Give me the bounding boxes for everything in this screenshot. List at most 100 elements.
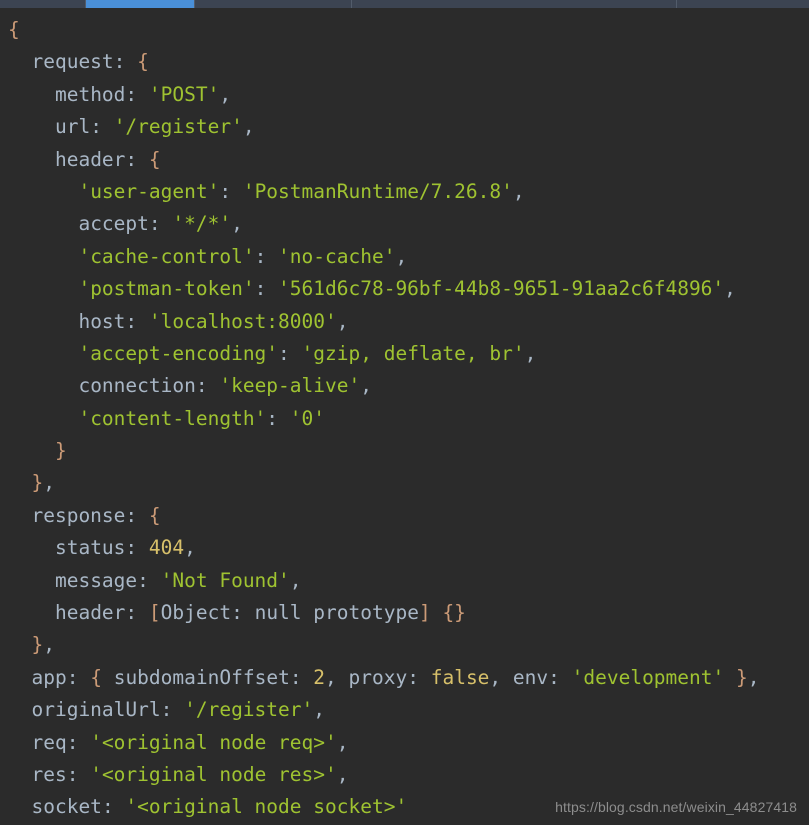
code-token-key: subdomainOffset [113, 665, 290, 689]
code-line: request: { [0, 46, 809, 78]
code-token-bool: false [430, 665, 490, 689]
code-token-op: , [43, 633, 55, 657]
code-token-op: : [125, 601, 149, 625]
tab-segment-mid[interactable] [195, 0, 352, 8]
code-line: 'accept-encoding': 'gzip, deflate, br', [0, 338, 809, 370]
code-token-key: proxy [348, 665, 408, 689]
code-token-str: '<original node res>' [90, 762, 337, 786]
code-token-str: '/register' [184, 698, 314, 722]
tab-segment-far[interactable] [677, 0, 809, 8]
code-token-num: 404 [148, 536, 185, 560]
code-token-key: header [54, 601, 126, 625]
code-token-key: status [54, 536, 126, 560]
code-token-pun: {} [442, 601, 466, 625]
code-token-op: , [313, 698, 325, 722]
code-line: host: 'localhost:8000', [0, 306, 809, 338]
code-token-str: 'localhost:8000' [148, 309, 337, 333]
code-token-op: : [148, 212, 173, 236]
code-line: accept: '*/*', [0, 208, 809, 240]
code-token-op: , [395, 244, 408, 268]
code-token-pun: { [8, 18, 20, 41]
code-token-op: : [137, 568, 161, 592]
code-line: }, [0, 629, 809, 661]
code-token-str: 'PostmanRuntime/7.26.8' [242, 179, 513, 203]
code-token-pun: { [148, 147, 161, 171]
code-token-str: '0' [289, 406, 326, 430]
editor-tab-bar[interactable] [0, 0, 809, 8]
code-token-op: , [524, 341, 537, 365]
code-token-op: : [101, 795, 126, 819]
code-token-str: '<original node socket>' [125, 795, 408, 819]
code-token-op: : [195, 374, 220, 398]
code-line: }, [0, 467, 809, 499]
code-token-op [724, 666, 736, 689]
code-token-op: : [125, 147, 149, 171]
code-token-str: 'development' [571, 665, 725, 689]
code-token-key: app [31, 665, 67, 689]
code-line: status: 404, [0, 532, 809, 564]
code-token-str: '/register' [113, 115, 243, 139]
code-token-key: url [54, 115, 91, 139]
code-token-op: : [125, 536, 149, 560]
code-token-op: , [336, 309, 349, 333]
code-token-str: 'keep-alive' [219, 374, 361, 398]
code-token-pun: } [31, 471, 44, 495]
code-token-op: , [43, 471, 55, 495]
code-token-op: , [336, 762, 349, 786]
code-token-key: method [54, 82, 126, 106]
code-token-str: 'gzip, deflate, br' [301, 341, 525, 365]
code-token-str: '561d6c78-96bf-44b8-9651-91aa2c6f4896' [278, 277, 725, 301]
code-token-key: request [31, 50, 114, 74]
code-token-str: 'content-length' [78, 406, 267, 430]
code-token-op: , [512, 179, 525, 203]
code-token-op: , [325, 665, 349, 689]
code-token-key: header [54, 147, 126, 171]
code-token-pun: } [31, 633, 44, 657]
code-token-op: : [160, 698, 185, 722]
code-token-str: 'no-cache' [278, 244, 396, 268]
code-output-panel[interactable]: { request: { method: 'POST', url: '/regi… [0, 8, 809, 825]
code-token-op: , [289, 568, 302, 592]
code-token-op: : [254, 277, 279, 301]
code-token-key: accept [78, 212, 149, 236]
code-token-op: : [254, 244, 279, 268]
code-token-num: 2 [313, 665, 326, 689]
code-token-pun: { [90, 665, 102, 689]
code-line: 'user-agent': 'PostmanRuntime/7.26.8', [0, 176, 809, 208]
tab-segment-active[interactable] [86, 0, 195, 8]
code-line: 'cache-control': 'no-cache', [0, 241, 809, 273]
tab-segment-left[interactable] [0, 0, 86, 8]
code-token-key: connection [78, 374, 196, 398]
code-line: } [0, 435, 809, 467]
code-token-op: : [407, 665, 431, 689]
code-token-key: socket [31, 795, 102, 819]
watermark-text: https://blog.csdn.net/weixin_44827418 [555, 799, 797, 815]
code-line: { [0, 14, 809, 46]
code-token-str: '<original node req>' [90, 730, 337, 754]
code-token-op: : [266, 406, 290, 430]
code-token-op: : [278, 341, 302, 365]
code-token-key: message [54, 568, 138, 592]
code-line: res: '<original node res>', [0, 759, 809, 791]
tab-segment-right[interactable] [352, 0, 677, 8]
code-line: message: 'Not Found', [0, 565, 809, 597]
code-token-op: : [125, 82, 149, 106]
code-line: 'postman-token': '561d6c78-96bf-44b8-965… [0, 273, 809, 305]
